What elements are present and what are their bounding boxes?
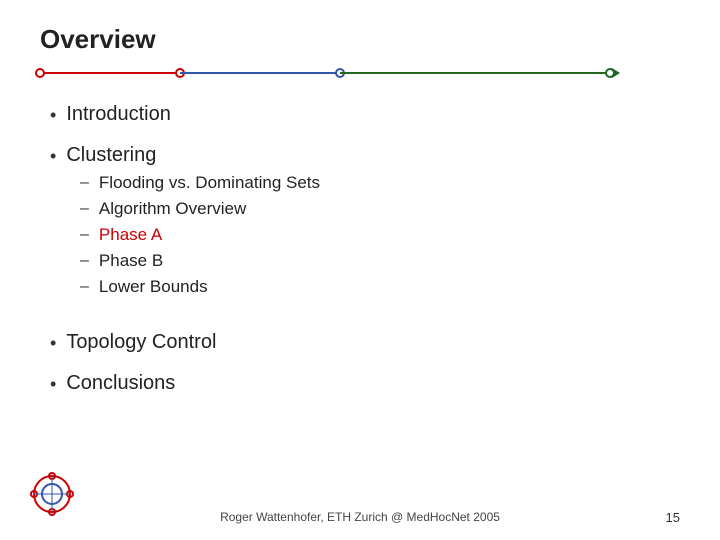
subitem-text-flooding: Flooding vs. Dominating Sets <box>99 173 320 193</box>
bullet-text-topology: Topology Control <box>66 331 216 354</box>
dot-red-start <box>35 68 45 78</box>
content-area: • Introduction • Clustering – Flooding v… <box>40 103 680 395</box>
dash-algorithm: – <box>80 200 89 218</box>
subitem-phase-a: – Phase A <box>80 225 320 245</box>
bullet-clustering: • Clustering – Flooding vs. Dominating S… <box>50 144 680 313</box>
bullet-conclusions: • Conclusions <box>50 372 680 395</box>
bullet-dot-conclusions: • <box>50 374 56 395</box>
subitem-text-phase-a: Phase A <box>99 225 162 245</box>
dash-flooding: – <box>80 174 89 192</box>
timeline-segment-blue <box>180 72 340 74</box>
bullet-dot-clustering: • <box>50 146 56 167</box>
bullet-text-clustering: Clustering <box>66 144 156 167</box>
footer: Roger Wattenhofer, ETH Zurich @ MedHocNe… <box>0 510 720 524</box>
dash-phase-b: – <box>80 252 89 270</box>
subitem-text-algorithm: Algorithm Overview <box>99 199 246 219</box>
subitem-phase-b: – Phase B <box>80 251 320 271</box>
timeline <box>40 65 680 81</box>
clustering-subitems: – Flooding vs. Dominating Sets – Algorit… <box>80 173 320 303</box>
footer-logo <box>30 472 74 516</box>
bullet-introduction: • Introduction <box>50 103 680 126</box>
timeline-segment-green <box>340 72 610 74</box>
bullet-dot-topology: • <box>50 333 56 354</box>
subitem-text-phase-b: Phase B <box>99 251 163 271</box>
slide: Overview • Introduction • Clustering <box>0 0 720 540</box>
dash-lower-bounds: – <box>80 278 89 296</box>
subitem-lower-bounds: – Lower Bounds <box>80 277 320 297</box>
slide-title: Overview <box>40 24 680 55</box>
dash-phase-a: – <box>80 226 89 244</box>
bullet-topology: • Topology Control <box>50 331 680 354</box>
footer-citation: Roger Wattenhofer, ETH Zurich @ MedHocNe… <box>220 510 500 524</box>
page-number: 15 <box>666 510 680 525</box>
bullet-dot-introduction: • <box>50 105 56 126</box>
subitem-text-lower-bounds: Lower Bounds <box>99 277 208 297</box>
timeline-segment-red <box>40 72 180 74</box>
subitem-algorithm: – Algorithm Overview <box>80 199 320 219</box>
bullet-text-conclusions: Conclusions <box>66 372 175 395</box>
bullet-text-introduction: Introduction <box>66 103 171 126</box>
subitem-flooding: – Flooding vs. Dominating Sets <box>80 173 320 193</box>
dot-green-end <box>605 68 615 78</box>
